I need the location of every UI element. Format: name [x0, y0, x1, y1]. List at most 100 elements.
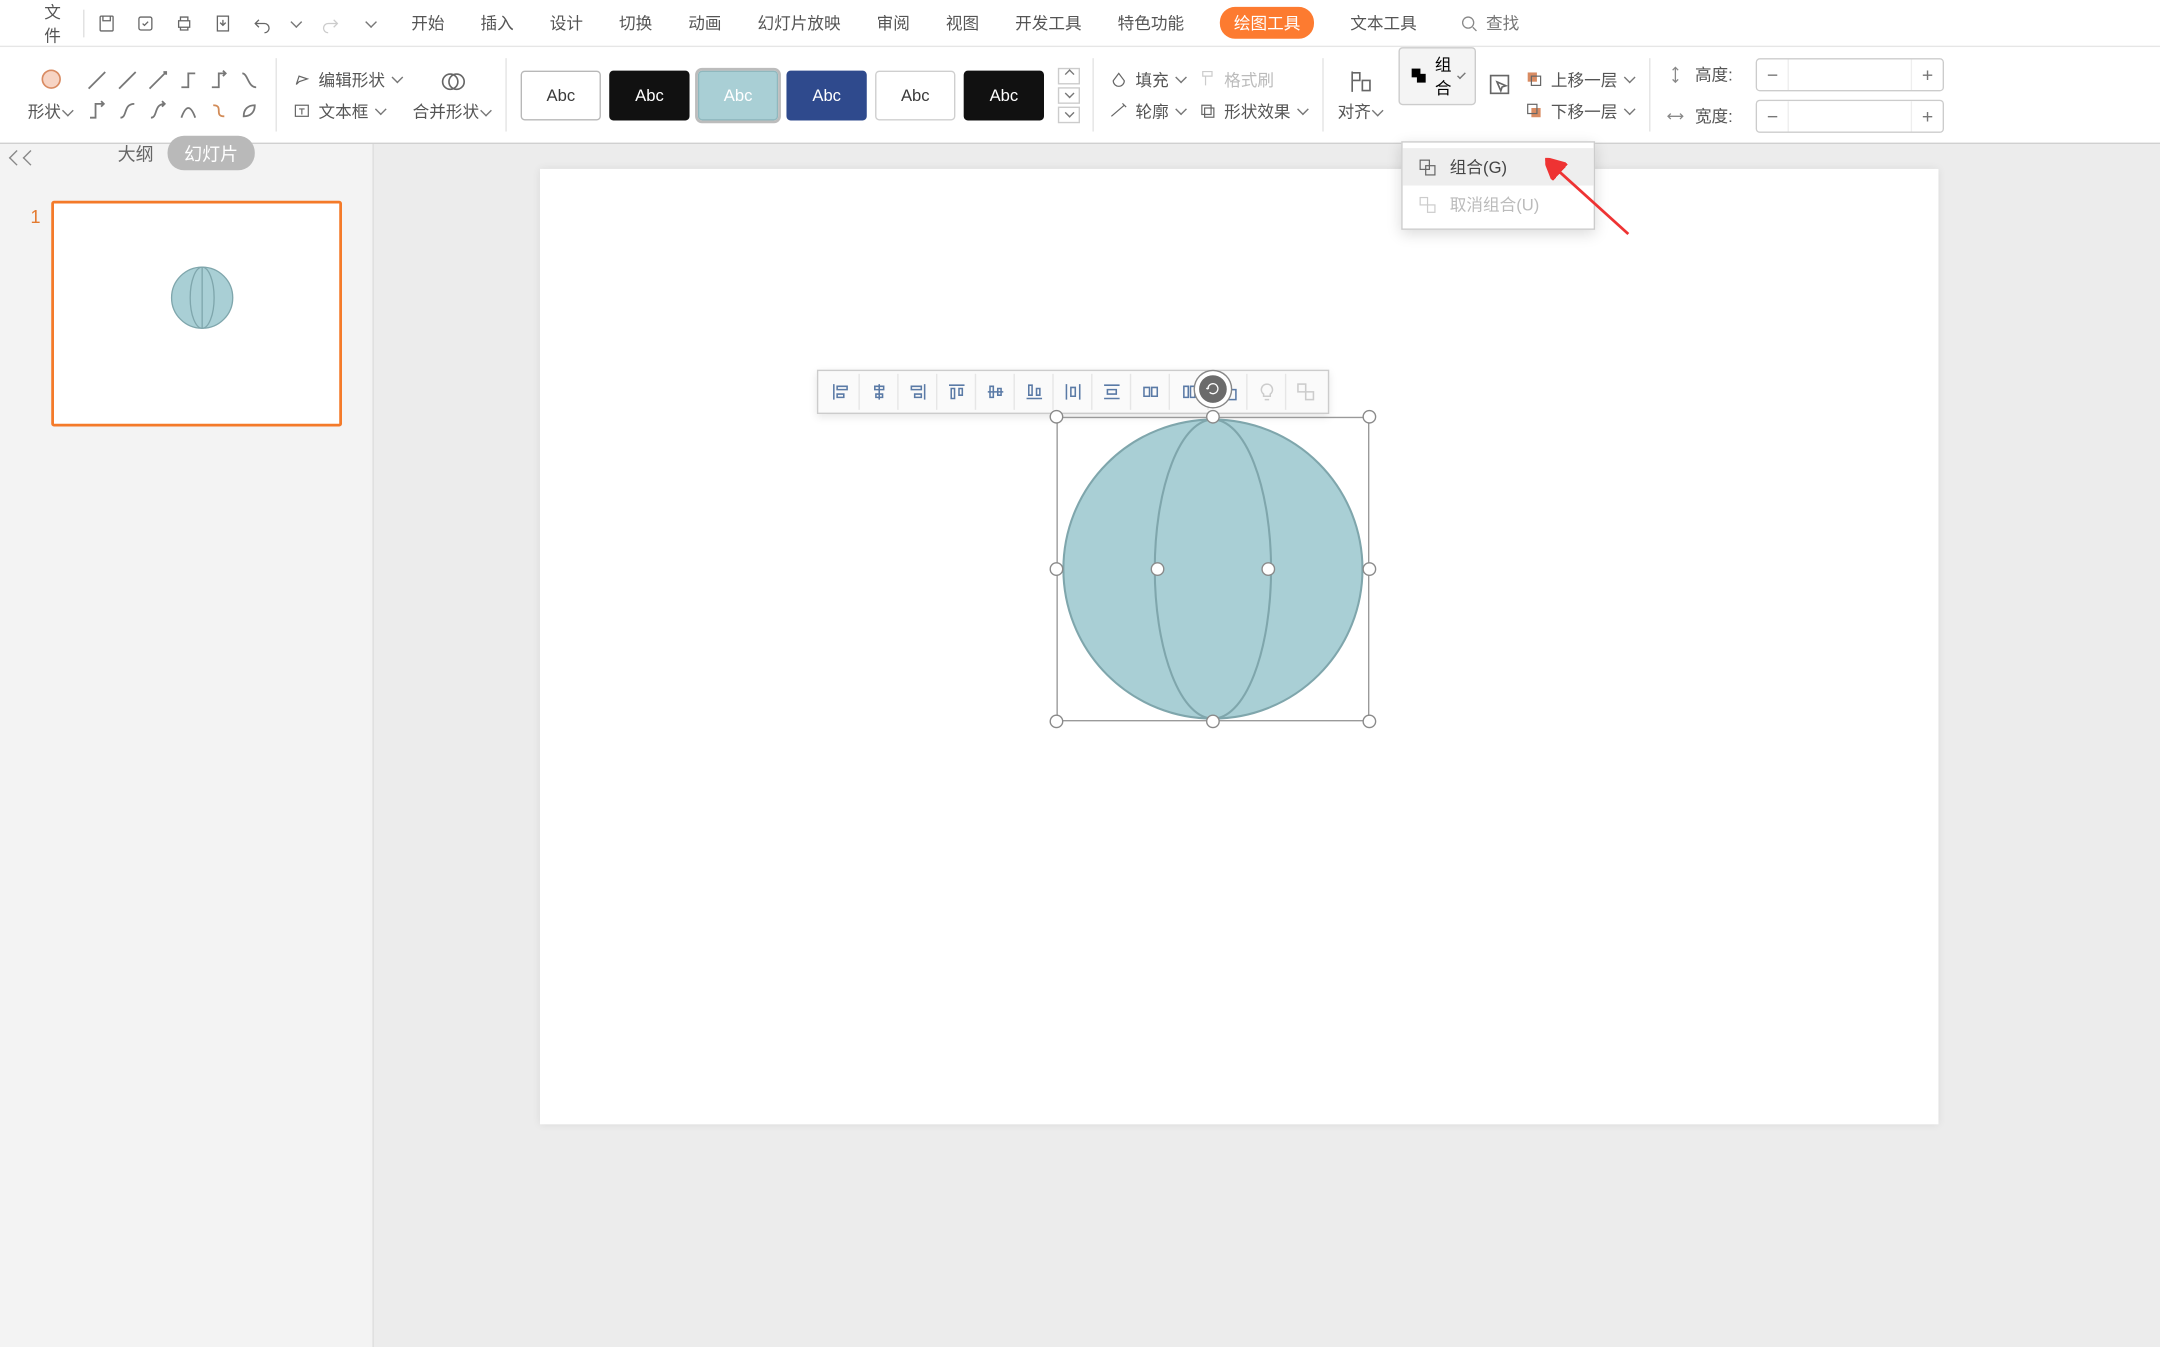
group-edit: 编辑形状 文本框 合并形状	[277, 47, 507, 143]
undo-icon[interactable]	[251, 12, 273, 34]
save-icon[interactable]	[96, 12, 118, 34]
fill-icon	[1108, 68, 1130, 90]
format-painter-button: 格式刷	[1196, 67, 1310, 91]
align-right[interactable]	[899, 374, 938, 410]
bring-forward-button[interactable]: 上移一层	[1523, 67, 1637, 91]
tab-animation[interactable]: 动画	[688, 11, 721, 35]
shape-effect-button[interactable]: 形状效果	[1196, 99, 1310, 123]
undo-dropdown[interactable]	[290, 16, 302, 28]
file-menu[interactable]: 文件	[11, 0, 72, 46]
lightbulb-fb	[1248, 374, 1287, 410]
selection-pane-button[interactable]: .	[1484, 69, 1514, 122]
selection-pane-icon	[1484, 69, 1514, 99]
align-button[interactable]: 对齐	[1338, 66, 1385, 123]
shape-effect-icon	[1196, 100, 1218, 122]
style-gallery[interactable]: AbcAbcAbcAbcAbcAbc	[521, 70, 1044, 120]
redo-icon[interactable]	[320, 12, 342, 34]
style-preset-5[interactable]: Abc	[964, 70, 1044, 120]
canvas-area	[374, 144, 2160, 1347]
edit-shape-button[interactable]: 编辑形状	[291, 67, 405, 91]
align-center-h[interactable]	[860, 374, 899, 410]
fill-button[interactable]: 填充	[1108, 67, 1188, 91]
bring-forward-icon	[1523, 68, 1545, 90]
style-preset-2[interactable]: Abc	[698, 70, 778, 120]
export-icon[interactable]	[212, 12, 234, 34]
handle-inner-w[interactable]	[1151, 562, 1165, 576]
tab-slideshow[interactable]: 幻灯片放映	[758, 11, 841, 35]
print-preview-icon[interactable]	[134, 12, 156, 34]
textbox-icon	[291, 100, 313, 122]
tab-devtools[interactable]: 开发工具	[1015, 11, 1081, 35]
shape-circle-icon	[36, 66, 66, 96]
tab-slides[interactable]: 幻灯片	[168, 136, 255, 171]
edit-shape-icon	[291, 68, 313, 90]
work-area: 大纲 幻灯片 1	[0, 144, 2160, 1347]
search-box[interactable]: 查找	[1458, 11, 1519, 35]
height-increase[interactable]: +	[1912, 59, 1942, 89]
handle-ne[interactable]	[1362, 410, 1376, 424]
handle-se[interactable]	[1362, 714, 1376, 728]
height-stepper[interactable]: − +	[1756, 57, 1944, 90]
group-shapes: 形状	[14, 47, 277, 143]
send-backward-button[interactable]: 下移一层	[1523, 99, 1637, 123]
print-icon[interactable]	[173, 12, 195, 34]
group-menu-button[interactable]: 组合	[1399, 46, 1477, 104]
tab-view[interactable]: 视图	[946, 11, 979, 35]
shapes-gallery-button[interactable]: 形状	[28, 66, 75, 123]
width-decrease[interactable]: −	[1757, 100, 1787, 130]
align-left[interactable]	[821, 374, 860, 410]
menu-more-caret[interactable]	[365, 16, 377, 28]
handle-e[interactable]	[1362, 562, 1376, 576]
equal-width[interactable]	[1131, 374, 1170, 410]
align-top[interactable]	[937, 374, 976, 410]
tab-home[interactable]: 开始	[411, 11, 444, 35]
handle-n[interactable]	[1206, 410, 1220, 424]
distribute-v[interactable]	[1092, 374, 1131, 410]
tab-transition[interactable]: 切换	[619, 11, 652, 35]
tab-review[interactable]: 审阅	[877, 11, 910, 35]
width-input[interactable]	[1788, 100, 1913, 130]
shape-selection[interactable]	[1056, 417, 1369, 722]
combine-shapes-button[interactable]: 合并形状	[413, 66, 493, 123]
ribbon-tabs: 开始 插入 设计 切换 动画 幻灯片放映 审阅 视图 开发工具 特色功能 绘图工…	[411, 7, 1416, 39]
handle-nw[interactable]	[1050, 410, 1064, 424]
outline-icon	[1108, 100, 1130, 122]
tab-insert[interactable]: 插入	[481, 11, 514, 35]
send-backward-icon	[1523, 100, 1545, 122]
group-styles: AbcAbcAbcAbcAbcAbc	[507, 47, 1094, 143]
handle-s[interactable]	[1206, 714, 1220, 728]
textbox-button[interactable]: 文本框	[291, 99, 405, 123]
outline-button[interactable]: 轮廓	[1108, 99, 1188, 123]
group-arrange: 对齐 组合 . 上移一层 下移一层	[1324, 47, 1651, 143]
tab-text-tools[interactable]: 文本工具	[1350, 11, 1416, 35]
line-shapes-grid[interactable]	[83, 66, 263, 124]
width-label: 宽度:	[1695, 104, 1748, 128]
handle-w[interactable]	[1050, 562, 1064, 576]
distribute-h[interactable]	[1054, 374, 1093, 410]
style-preset-4[interactable]: Abc	[875, 70, 955, 120]
height-input[interactable]	[1788, 59, 1913, 89]
tab-drawing-tools[interactable]: 绘图工具	[1220, 7, 1314, 39]
style-preset-3[interactable]: Abc	[787, 70, 867, 120]
width-stepper[interactable]: − +	[1756, 99, 1944, 132]
search-icon	[1458, 12, 1480, 34]
tab-design[interactable]: 设计	[550, 11, 583, 35]
top-menu-bar: 文件 开始 插入 设计 切换 动画 幻灯片放映 审阅 视图 开发工具 特色功能 …	[0, 0, 2160, 47]
tab-features[interactable]: 特色功能	[1118, 11, 1184, 35]
style-preset-1[interactable]: Abc	[609, 70, 689, 120]
quick-access	[96, 12, 378, 34]
width-increase[interactable]: +	[1912, 100, 1942, 130]
slide-thumbnail[interactable]	[52, 201, 342, 427]
align-middle-v[interactable]	[976, 374, 1015, 410]
handle-sw[interactable]	[1050, 714, 1064, 728]
style-preset-0[interactable]: Abc	[521, 70, 601, 120]
slide-canvas[interactable]	[540, 169, 1938, 1124]
ungroup-fb	[1286, 374, 1325, 410]
rotate-handle[interactable]	[1199, 375, 1227, 403]
handle-inner-e[interactable]	[1261, 562, 1275, 576]
style-scroll[interactable]	[1058, 67, 1080, 122]
align-bottom[interactable]	[1015, 374, 1054, 410]
group-size: 高度: − + 宽度: − +	[1651, 47, 1958, 143]
height-decrease[interactable]: −	[1757, 59, 1787, 89]
tab-outline[interactable]: 大纲	[118, 140, 154, 166]
